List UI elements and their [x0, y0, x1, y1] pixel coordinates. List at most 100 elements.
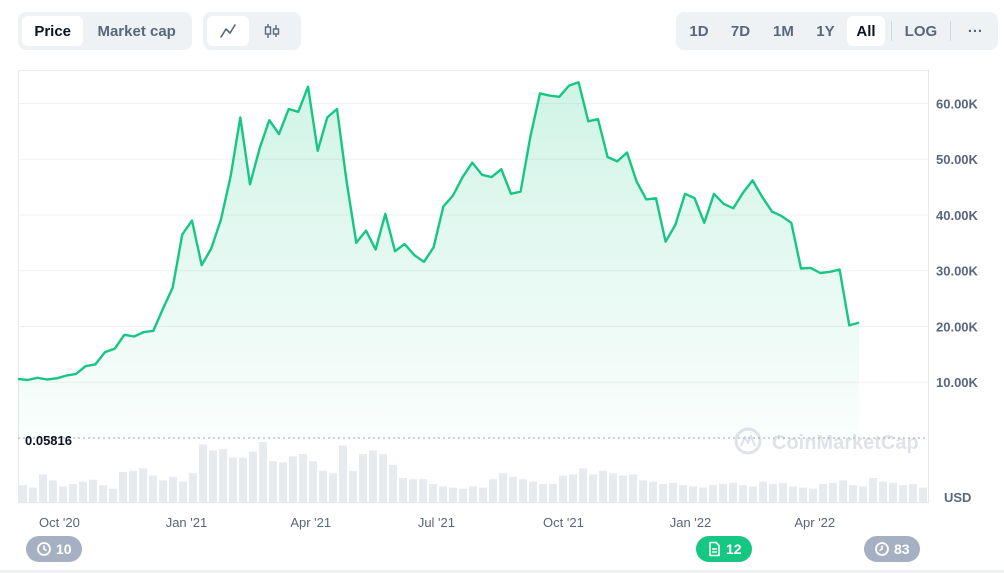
volume-bar — [339, 445, 347, 502]
volume-bar — [799, 487, 807, 502]
x-tick-label: Oct '20 — [39, 515, 80, 530]
volume-bar — [489, 479, 497, 502]
volume-bar — [719, 484, 727, 502]
volume-bar — [759, 481, 767, 502]
volume-bar — [739, 485, 747, 502]
volume-bar — [819, 484, 827, 502]
volume-bar — [69, 484, 77, 502]
volume-bar — [559, 475, 567, 502]
y-tick-label: 10.00K — [936, 375, 979, 390]
volume-bar — [789, 486, 797, 502]
volume-bar — [149, 475, 157, 502]
volume-bar — [359, 454, 367, 502]
volume-bar — [629, 474, 637, 502]
x-tick-label: Apr '21 — [290, 515, 331, 530]
volume-bar — [89, 479, 97, 502]
volume-bar — [29, 487, 37, 502]
volume-bar — [889, 482, 897, 502]
x-tick-label: Jan '22 — [670, 515, 712, 530]
volume-bar — [369, 450, 377, 502]
volume-bar — [119, 472, 127, 502]
volume-bar — [839, 480, 847, 502]
volume-bar — [599, 470, 607, 502]
volume-bar — [319, 470, 327, 502]
price-area-fill — [18, 82, 859, 439]
volume-bar — [109, 488, 117, 502]
volume-bar — [689, 486, 697, 502]
volume-bar — [59, 486, 67, 502]
volume-bar — [679, 485, 687, 502]
volume-bar — [329, 473, 337, 502]
upcoming-marker[interactable]: 83 — [864, 536, 920, 562]
volume-bar — [439, 486, 447, 502]
volume-bar — [159, 480, 167, 502]
y-tick-label: 60.00K — [936, 96, 979, 111]
volume-bar — [709, 485, 717, 502]
x-tick-label: Apr '22 — [794, 515, 835, 530]
history-icon — [37, 542, 51, 556]
news-marker[interactable]: 12 — [696, 536, 752, 562]
volume-bar — [879, 481, 887, 502]
volume-bar — [39, 474, 47, 502]
volume-bar — [179, 481, 187, 502]
volume-bar — [809, 488, 817, 502]
y-tick-label: 40.00K — [936, 208, 979, 223]
volume-bar — [229, 457, 237, 502]
clock-icon — [875, 542, 889, 556]
volume-bar — [169, 476, 177, 502]
volume-bar — [139, 468, 147, 502]
volume-bar — [469, 486, 477, 502]
volume-bar — [429, 484, 437, 502]
volume-bar — [79, 481, 87, 502]
volume-bar — [579, 468, 587, 502]
y-tick-label: 30.00K — [936, 264, 979, 279]
upcoming-marker-count: 83 — [894, 541, 910, 557]
volume-bar — [919, 487, 927, 502]
volume-bar — [239, 457, 247, 502]
y-tick-label: 50.00K — [936, 152, 979, 167]
volume-bar — [769, 484, 777, 502]
volume-bar — [289, 456, 297, 502]
volume-bar — [99, 485, 107, 502]
volume-bar — [859, 486, 867, 502]
volume-bar — [779, 482, 787, 502]
price-chart[interactable]: 0.05816 CoinMarketCap 10.00K 20.00K 30.00K… — [0, 0, 1004, 573]
volume-bar — [749, 486, 757, 502]
volume-bar — [849, 485, 857, 502]
currency-label: USD — [944, 490, 971, 505]
volume-bar — [589, 474, 597, 502]
volume-bar — [609, 473, 617, 502]
x-tick-label: Jul '21 — [418, 515, 455, 530]
volume-bar — [19, 485, 27, 502]
history-marker[interactable]: 10 — [26, 536, 82, 562]
volume-bar — [649, 481, 657, 502]
volume-bar — [459, 488, 467, 502]
volume-bar — [869, 478, 877, 502]
volume-bar — [419, 479, 427, 502]
volume-bar — [909, 484, 917, 502]
volume-bar — [829, 482, 837, 502]
volume-bar — [699, 487, 707, 502]
volume-bar — [129, 470, 137, 502]
volume-bar — [209, 450, 217, 502]
volume-bar — [279, 462, 287, 502]
volume-bar — [389, 464, 397, 502]
x-tick-label: Oct '21 — [543, 515, 584, 530]
volume-bar — [449, 487, 457, 502]
volume-bar — [639, 480, 647, 502]
baseline-label: 0.05816 — [25, 433, 72, 448]
volume-bar — [479, 487, 487, 502]
volume-bar — [569, 474, 577, 502]
volume-bar — [669, 482, 677, 502]
volume-bar — [349, 470, 357, 502]
volume-bar — [499, 473, 507, 502]
volume-bar — [199, 444, 207, 502]
volume-bar — [379, 454, 387, 502]
volume-bar — [519, 479, 527, 502]
volume-bar — [249, 451, 257, 502]
volume-bar — [729, 482, 737, 502]
watermark-text: CoinMarketCap — [772, 432, 919, 454]
volume-bar — [539, 484, 547, 502]
volume-bar — [399, 478, 407, 502]
volume-bar — [899, 485, 907, 502]
